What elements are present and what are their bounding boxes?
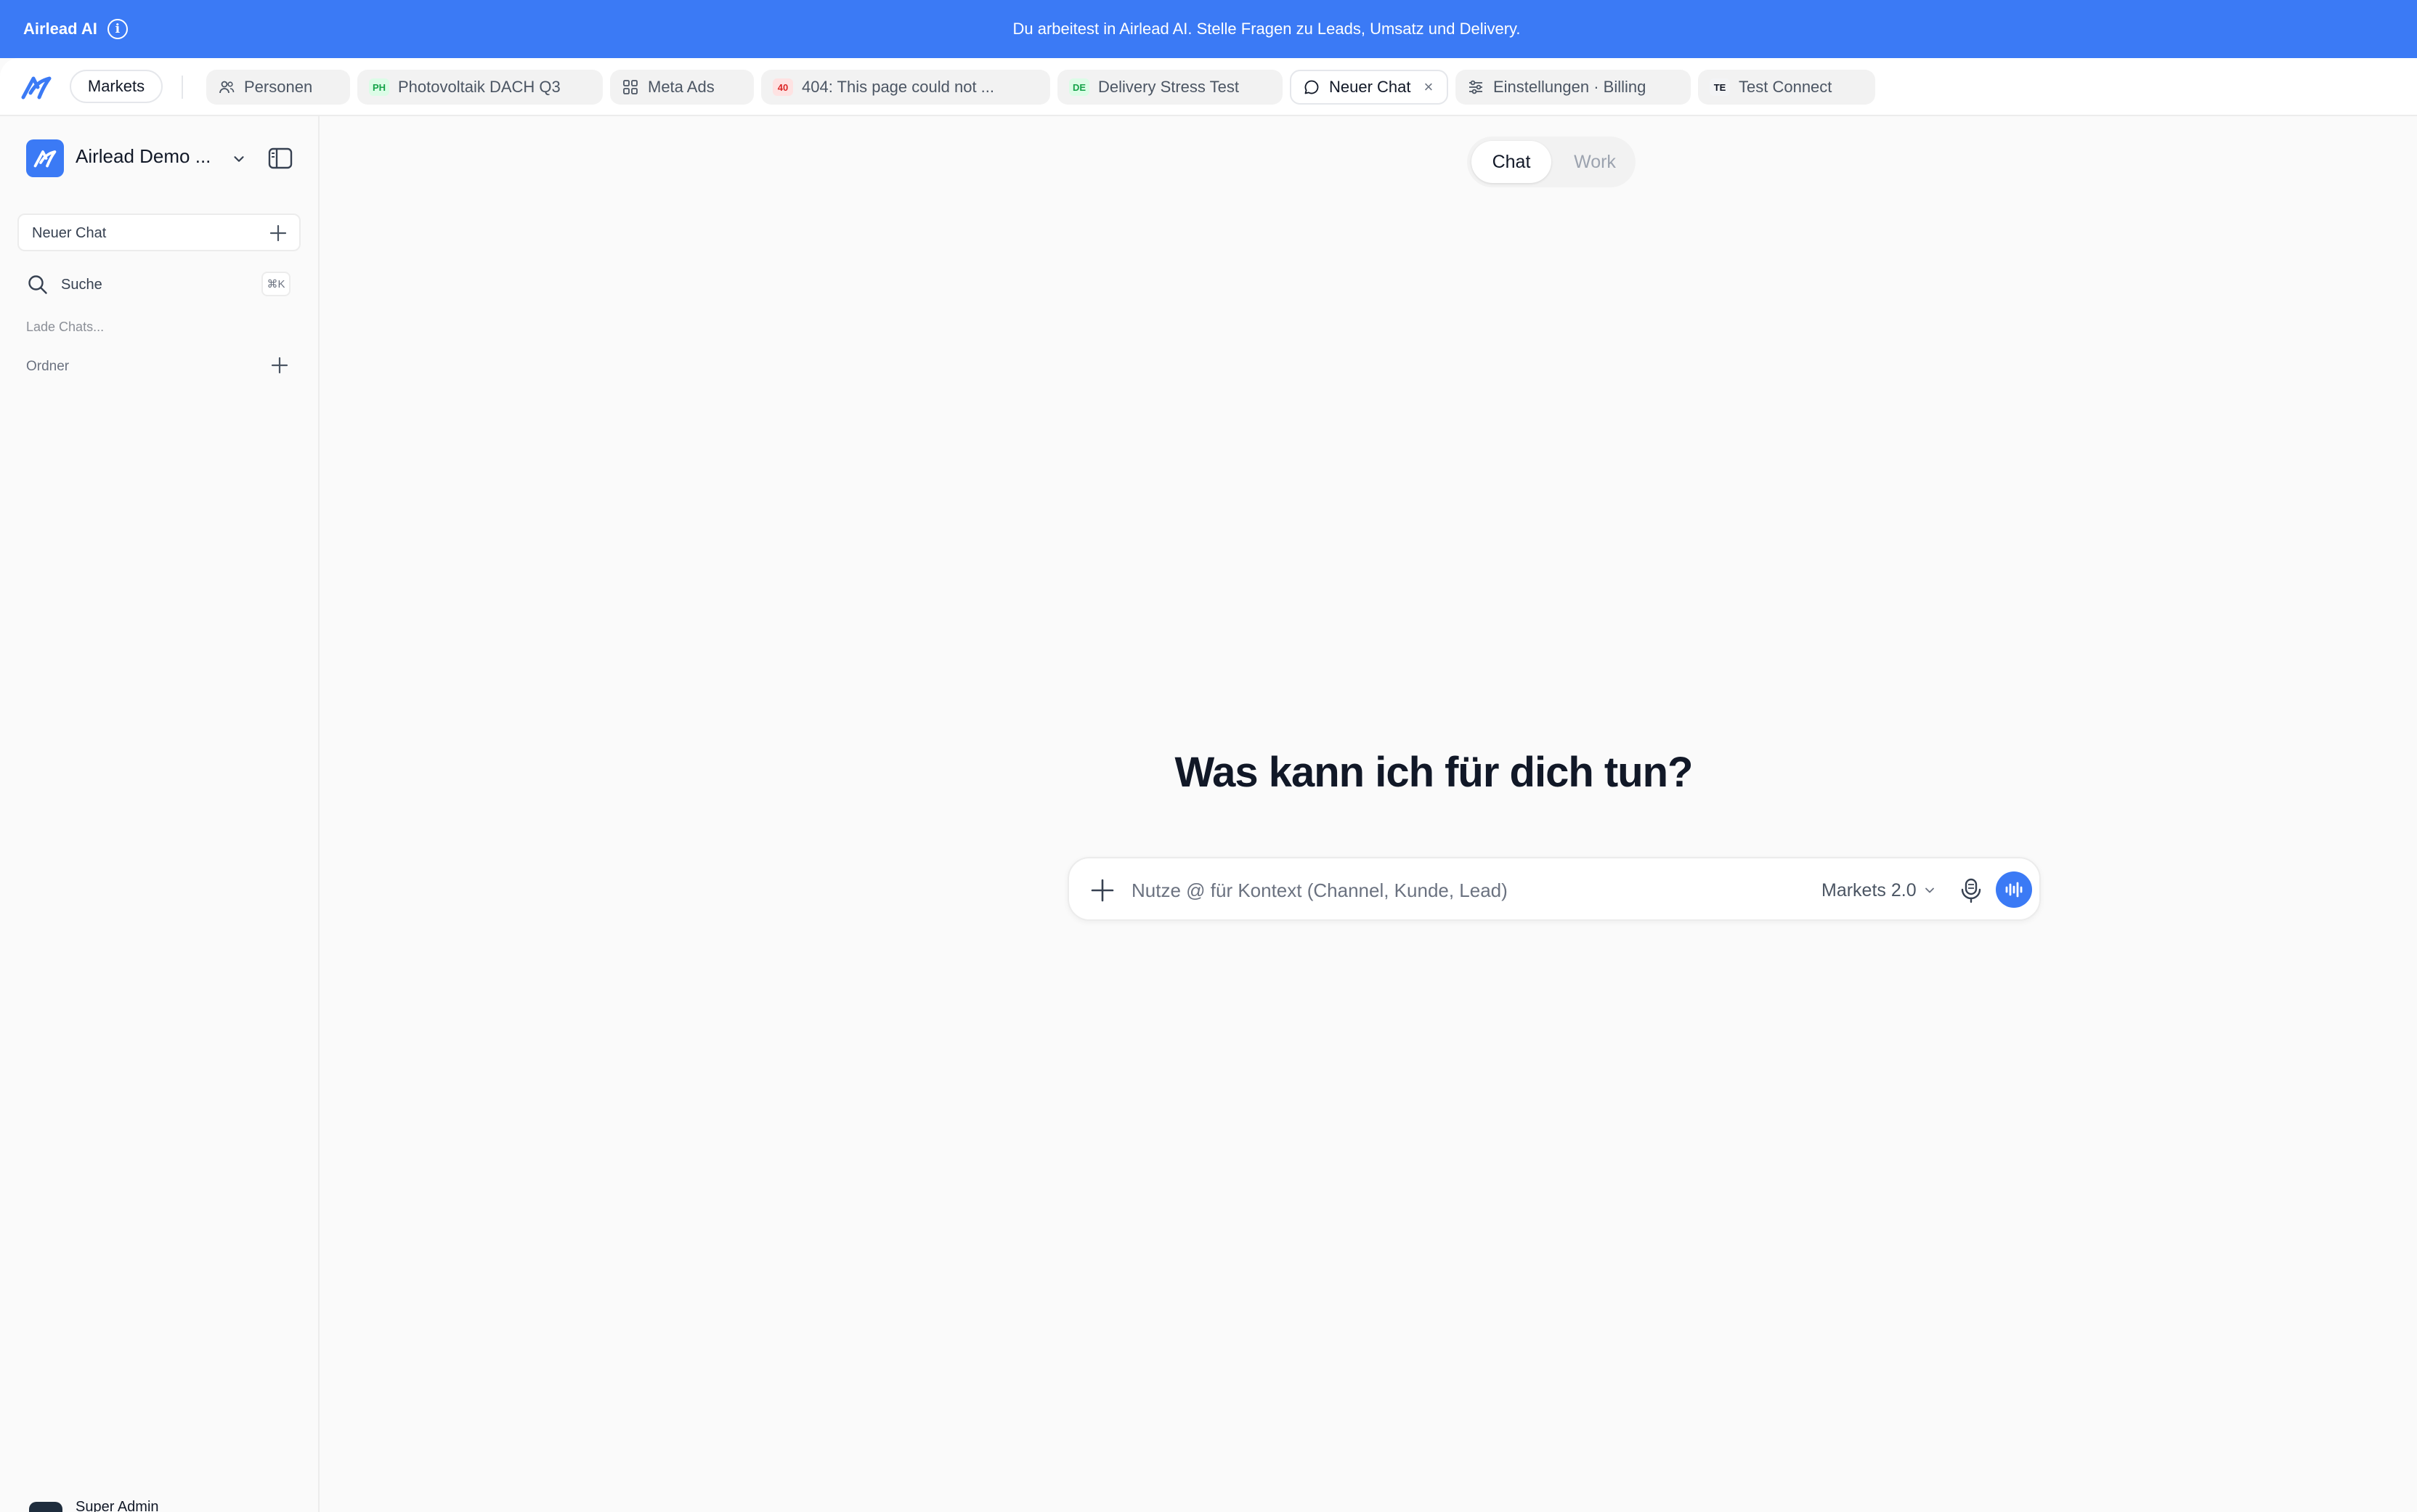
workspace-logo-icon — [26, 139, 64, 177]
tab-meta-ads[interactable]: Meta Ads — [610, 70, 754, 105]
folders-label: Ordner — [26, 359, 70, 374]
search-button[interactable]: Suche ⌘K — [26, 270, 291, 299]
new-chat-label: Neuer Chat — [32, 225, 107, 241]
markets-button[interactable]: Markets — [70, 70, 163, 103]
tab-label: Meta Ads — [648, 78, 715, 96]
chat-composer: Markets 2.0 — [1068, 857, 2041, 921]
page-title: Was kann ich für dich tun? — [1174, 749, 1694, 796]
close-icon[interactable]: × — [1424, 78, 1434, 97]
model-label: Markets 2.0 — [1821, 879, 1917, 901]
tab-badge: TE — [1710, 78, 1730, 96]
airlead-logo-icon[interactable] — [20, 73, 52, 102]
tab-divider — [182, 76, 183, 99]
microphone-icon[interactable] — [1957, 876, 1986, 905]
chat-input[interactable] — [1132, 873, 1771, 908]
mode-chat-button[interactable]: Chat — [1471, 141, 1551, 183]
search-shortcut: ⌘K — [261, 272, 291, 296]
tab-badge: PH — [369, 78, 389, 96]
sidebar-toggle-icon[interactable] — [267, 147, 293, 170]
waveform-icon — [2005, 882, 2023, 898]
tab-label: Delivery Stress Test — [1098, 78, 1239, 96]
chevron-down-icon — [1925, 887, 1934, 893]
add-folder-icon[interactable] — [270, 356, 289, 375]
tab-label: Personen — [244, 78, 313, 96]
grid-icon — [623, 80, 638, 94]
top-banner: Airlead AI i Du arbeitest in Airlead AI.… — [0, 0, 2417, 58]
banner-message: Du arbeitest in Airlead AI. Stelle Frage… — [1012, 20, 1521, 38]
tab-badge: 40 — [773, 78, 793, 96]
voice-mode-button[interactable] — [1996, 871, 2032, 908]
sliders-icon — [1469, 80, 1482, 94]
attach-plus-icon[interactable] — [1089, 877, 1116, 903]
tab-label: Photovoltaik DACH Q3 — [398, 78, 561, 96]
tab-label: 404: This page could not ... — [802, 78, 994, 96]
chat-bubble-icon — [1304, 80, 1319, 94]
user-name: Super Admin — [76, 1499, 159, 1512]
tab-test-connect[interactable]: TE Test Connect — [1698, 70, 1875, 105]
loading-chats-text: Lade Chats... — [26, 320, 105, 334]
user-profile[interactable]: Super Admin — [29, 1496, 291, 1512]
tab-photovoltaik[interactable]: PH Photovoltaik DACH Q3 — [357, 70, 603, 105]
tab-einstellungen-billing[interactable]: Einstellungen · Billing — [1455, 70, 1691, 105]
new-chat-button[interactable]: Neuer Chat — [17, 214, 301, 251]
mode-work-button[interactable]: Work — [1559, 141, 1631, 183]
search-label: Suche — [61, 277, 102, 293]
avatar — [29, 1502, 62, 1512]
tab-label: Neuer Chat — [1329, 78, 1411, 96]
model-select[interactable]: Markets 2.0 — [1821, 874, 1937, 906]
mode-toggle: Chat Work — [1467, 137, 1636, 187]
tab-404[interactable]: 40 404: This page could not ... — [761, 70, 1050, 105]
chevron-down-icon[interactable] — [231, 151, 247, 167]
tab-personen[interactable]: Personen — [206, 70, 350, 105]
tab-label: Test Connect — [1739, 78, 1832, 96]
workspace-name[interactable]: Airlead Demo ... — [76, 145, 211, 168]
sidebar: Airlead Demo ... Neuer Chat Suche ⌘K Lad… — [0, 116, 320, 1512]
search-icon — [28, 275, 47, 294]
tab-neuer-chat[interactable]: Neuer Chat × — [1290, 70, 1448, 105]
tab-bar: Markets Personen PH Photovoltaik DACH Q3… — [0, 58, 2417, 116]
tab-delivery-stress-test[interactable]: DE Delivery Stress Test — [1057, 70, 1283, 105]
users-icon — [219, 81, 235, 94]
tab-badge: DE — [1069, 78, 1089, 96]
plus-icon — [269, 224, 287, 242]
tab-label: Einstellungen · Billing — [1493, 78, 1646, 96]
